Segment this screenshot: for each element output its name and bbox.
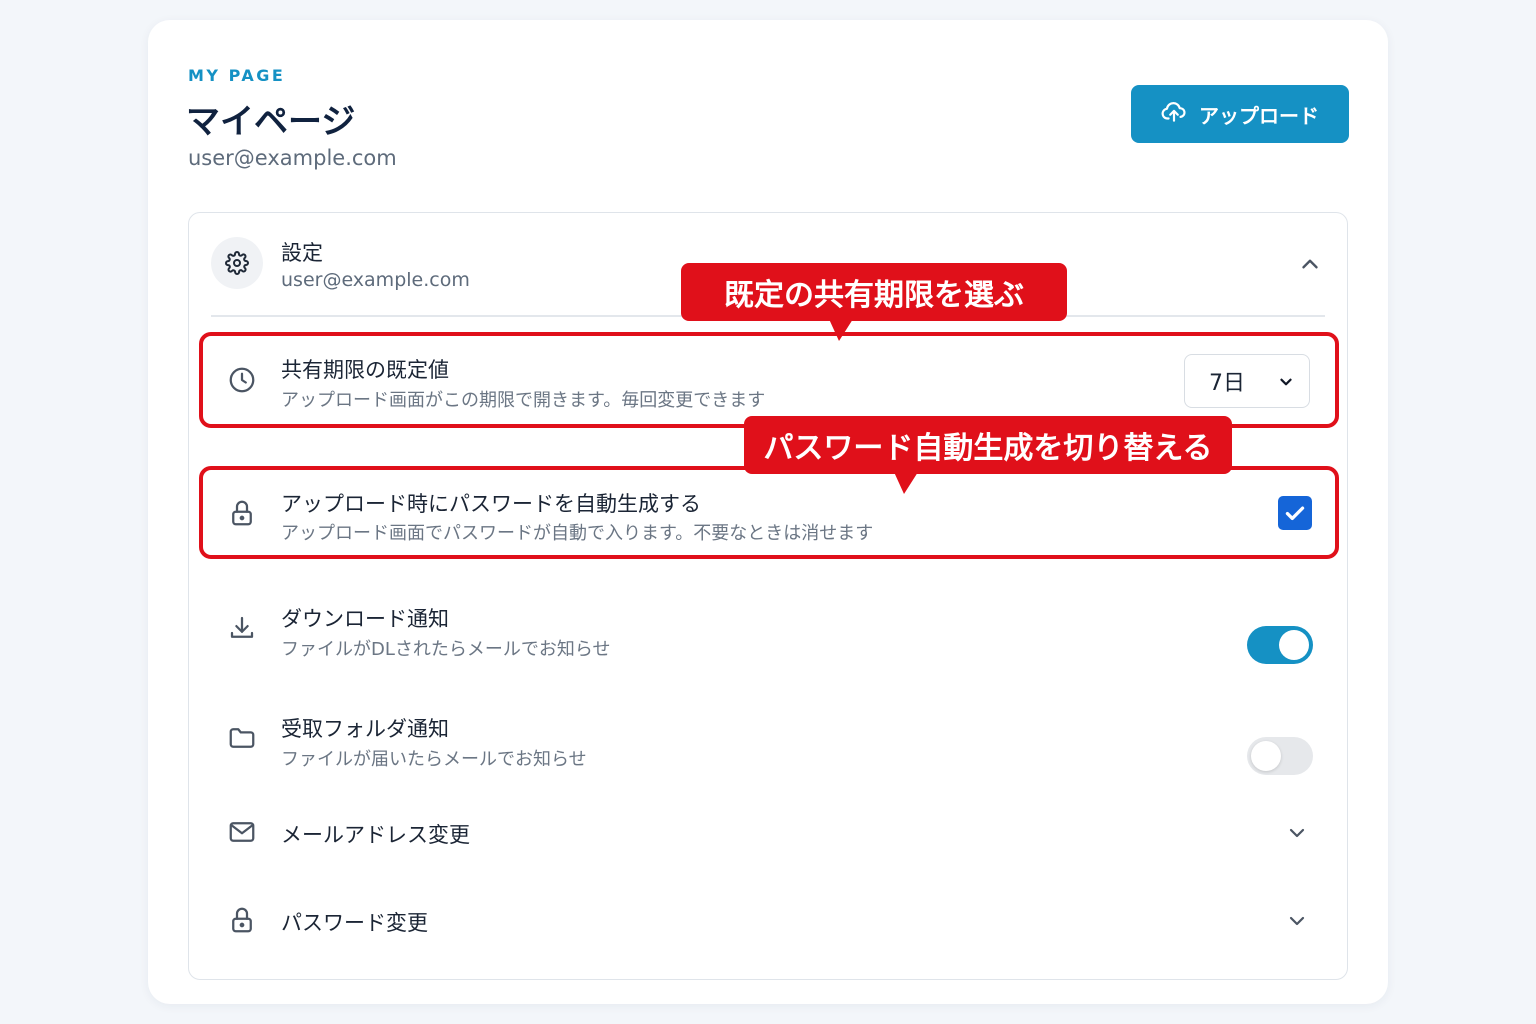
settings-panel: 設定 user@example.com 共有期限の既定値 アップロード画面がこの… <box>188 212 1348 980</box>
chevron-down-icon <box>1280 378 1292 386</box>
mypage-card: MY PAGE マイページ user@example.com アップロード 設定… <box>148 20 1388 1004</box>
chevron-up-icon[interactable] <box>1297 251 1323 277</box>
toggle-knob <box>1279 630 1309 660</box>
clock-icon <box>227 365 257 395</box>
mail-icon <box>227 817 257 847</box>
check-icon <box>1285 506 1305 521</box>
callout-share-period-text: 既定の共有期限を選ぶ <box>724 278 1024 313</box>
cloud-upload-icon <box>1161 99 1187 130</box>
callout-auto-password-text: パスワード自動生成を切り替える <box>763 431 1213 466</box>
chevron-down-icon[interactable] <box>1285 821 1309 845</box>
share-period-select[interactable]: 7日 <box>1184 354 1310 408</box>
inbox-notify-description: ファイルが届いたらメールでお知らせ <box>281 749 587 770</box>
password-change-title: パスワード変更 <box>281 911 428 935</box>
callout-tail <box>894 472 918 494</box>
folder-icon <box>227 723 257 753</box>
page-email: user@example.com <box>188 146 397 170</box>
upload-button[interactable]: アップロード <box>1131 85 1349 143</box>
share-period-title: 共有期限の既定値 <box>281 358 449 382</box>
page-eyebrow: MY PAGE <box>188 66 286 85</box>
download-notify-description: ファイルがDLされたらメールでお知らせ <box>281 639 611 660</box>
inbox-notify-toggle[interactable] <box>1247 737 1313 775</box>
callout-auto-password: パスワード自動生成を切り替える <box>744 416 1232 494</box>
lock-icon <box>227 498 257 528</box>
gear-icon <box>211 237 263 289</box>
email-change-title: メールアドレス変更 <box>281 823 470 847</box>
auto-password-checkbox[interactable] <box>1278 496 1312 530</box>
share-period-description: アップロード画面がこの期限で開きます。毎回変更できます <box>281 390 766 411</box>
download-notify-toggle[interactable] <box>1247 626 1313 664</box>
upload-button-label: アップロード <box>1199 103 1319 128</box>
inbox-notify-title: 受取フォルダ通知 <box>281 717 449 741</box>
share-period-selected-value: 7日 <box>1209 371 1245 396</box>
lock-icon <box>227 905 257 935</box>
panel-subtitle: user@example.com <box>281 269 470 291</box>
download-notify-title: ダウンロード通知 <box>281 607 449 631</box>
chevron-down-icon[interactable] <box>1285 909 1309 933</box>
callout-share-period: 既定の共有期限を選ぶ <box>681 263 1067 341</box>
toggle-knob <box>1251 741 1281 771</box>
auto-password-title: アップロード時にパスワードを自動生成する <box>281 492 701 516</box>
callout-tail <box>829 319 853 341</box>
page-title: マイページ <box>186 102 356 142</box>
panel-title: 設定 <box>281 241 323 265</box>
download-icon <box>227 613 257 643</box>
auto-password-description: アップロード画面でパスワードが自動で入ります。不要なときは消せます <box>281 523 874 544</box>
